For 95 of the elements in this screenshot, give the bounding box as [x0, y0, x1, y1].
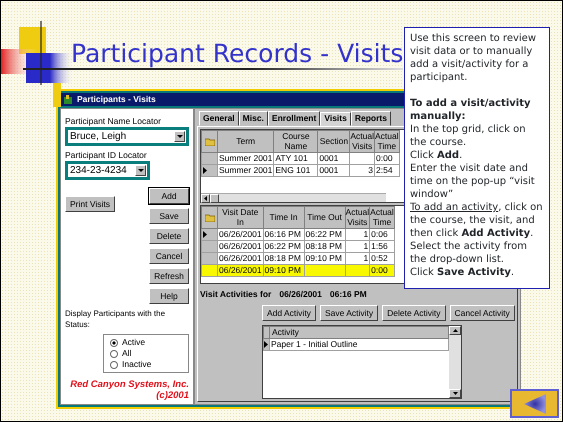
action-button[interactable]: Help	[149, 288, 189, 304]
table-cell[interactable]: 0001	[318, 152, 350, 164]
callout-text: Enter the visit date and time on the pop-up “visit window”	[410, 162, 536, 201]
column-header[interactable]: Actual Time	[374, 130, 400, 152]
table-cell[interactable]: 06/26/2001	[218, 264, 264, 276]
down-arrow-icon	[452, 392, 458, 395]
table-cell[interactable]: 2:54	[374, 164, 400, 176]
table-cell[interactable]: 1	[345, 228, 370, 240]
window-title: Participants - Visits	[77, 93, 156, 106]
table-cell[interactable]: 1:56	[370, 240, 394, 252]
column-header[interactable]: Time In	[263, 206, 304, 228]
row-indicator[interactable]	[264, 338, 270, 350]
app-icon	[63, 94, 73, 104]
table-cell[interactable]: 0001	[318, 164, 350, 176]
dropdown-button[interactable]	[135, 165, 146, 176]
table-cell[interactable]: 1	[345, 240, 370, 252]
row-pointer-icon	[203, 167, 207, 174]
table-cell[interactable]: Summer 2001	[218, 152, 274, 164]
row-pointer-icon	[264, 340, 268, 348]
callout-text: Click Add.	[410, 149, 464, 162]
table-cell[interactable]: 06/26/2001	[218, 228, 264, 240]
field-label: Participant Name Locator	[65, 116, 162, 127]
section-label: Visit Activities for	[200, 288, 272, 301]
callout-text: To add an activity, click on the course, the visit, and then click Add Activity.	[410, 201, 544, 240]
vertical-scrollbar[interactable]	[449, 326, 461, 398]
table-cell[interactable]: Summer 2001	[218, 164, 274, 176]
company-credit: (c)2001	[155, 390, 189, 401]
slide-title: Participant Records - Visits	[71, 41, 404, 70]
horizontal-scrollbar[interactable]	[201, 193, 386, 202]
scrollbar-thumb[interactable]	[210, 194, 219, 203]
column-header[interactable]: Visit Date In	[218, 206, 264, 228]
callout-heading: To add a visit/activity manually:	[410, 97, 532, 123]
callout-text: Select the activity from the drop-down list.	[410, 240, 528, 266]
table-cell[interactable]: 06/26/2001	[218, 240, 264, 252]
print-visits-button[interactable]: Print Visits	[65, 196, 115, 212]
radio-button[interactable]	[110, 338, 118, 346]
caret-icon	[138, 169, 144, 172]
tab[interactable]: Enrollment	[268, 111, 320, 126]
action-button[interactable]: Save	[149, 208, 189, 224]
row-indicator[interactable]	[202, 164, 218, 176]
table-cell[interactable]: Paper 1 - Initial Outline	[270, 338, 448, 350]
column-header[interactable]: Term	[218, 130, 274, 152]
callout-text: Click Save Activity.	[410, 266, 516, 279]
radio-button[interactable]	[110, 360, 118, 368]
action-button[interactable]: Cancel	[149, 248, 189, 264]
radio-option[interactable]: All	[110, 348, 182, 359]
column-header[interactable]: Activity	[270, 326, 448, 338]
column-header[interactable]: Section	[318, 130, 350, 152]
table-cell[interactable]: 0:00	[374, 152, 400, 164]
table-cell[interactable]: 08:18 PM	[304, 240, 346, 252]
activity-button[interactable]: Save Activity	[320, 304, 378, 321]
activity-button[interactable]: Cancel Activity	[450, 304, 515, 321]
left-arrow-icon	[204, 196, 207, 201]
table-cell[interactable]: ENG 101	[274, 164, 318, 176]
callout-text: In the top grid, click on the course.	[410, 123, 527, 149]
visit-date: 06/26/2001	[279, 288, 322, 301]
table-cell[interactable]: 06:16 PM	[263, 228, 304, 240]
folder-icon	[204, 213, 214, 222]
column-header[interactable]: Actual Visits	[350, 130, 375, 152]
field-label: Participant ID Locator	[65, 150, 148, 161]
callout-text: Use this screen to review visit data or to manually add a visit/activity for a participant.	[410, 32, 537, 84]
folder-icon	[204, 137, 214, 146]
action-button[interactable]: Add	[149, 188, 189, 204]
company-credit: Red Canyon Systems, Inc.	[69, 379, 189, 390]
row-indicator[interactable]	[202, 228, 218, 240]
radio-button[interactable]	[110, 350, 118, 358]
table-cell[interactable]: 3	[350, 164, 375, 176]
triangle-left-icon	[524, 394, 546, 414]
table-cell[interactable]: 06:22 PM	[263, 240, 304, 252]
row-pointer-icon	[203, 231, 207, 238]
caret-icon	[176, 135, 182, 138]
action-button[interactable]: Refresh	[149, 268, 189, 284]
name-locator-dropdown[interactable]: Bruce, Leigh	[65, 127, 189, 146]
radio-option[interactable]: Active	[110, 337, 182, 348]
tab[interactable]: Reports	[350, 111, 391, 126]
tab[interactable]: General	[199, 111, 239, 126]
up-arrow-icon	[452, 328, 458, 332]
table-cell[interactable]: ATY 101	[274, 152, 318, 164]
tab[interactable]: Visits	[320, 112, 351, 126]
table-cell[interactable]: 0:06	[370, 228, 394, 240]
column-header[interactable]: Course Name	[274, 130, 318, 152]
id-locator-dropdown[interactable]: 234-23-4234	[65, 161, 150, 180]
column-header[interactable]: Actual Visits	[345, 206, 370, 228]
activity-button[interactable]: Delete Activity	[382, 304, 446, 321]
column-header[interactable]: Time Out	[304, 206, 346, 228]
back-button[interactable]	[510, 389, 559, 418]
radio-option[interactable]: Inactive	[110, 359, 182, 370]
activity-button[interactable]: Add Activity	[262, 304, 316, 321]
status-label: Display Participants with the Status:	[65, 308, 166, 330]
dropdown-button[interactable]	[174, 131, 185, 142]
action-button[interactable]: Delete	[149, 228, 189, 244]
tab[interactable]: Misc.	[238, 111, 268, 126]
table-cell[interactable]: 06:22 PM	[304, 228, 346, 240]
column-header[interactable]: Actual Time	[370, 206, 394, 228]
visit-time: 06:16 PM	[330, 288, 367, 301]
